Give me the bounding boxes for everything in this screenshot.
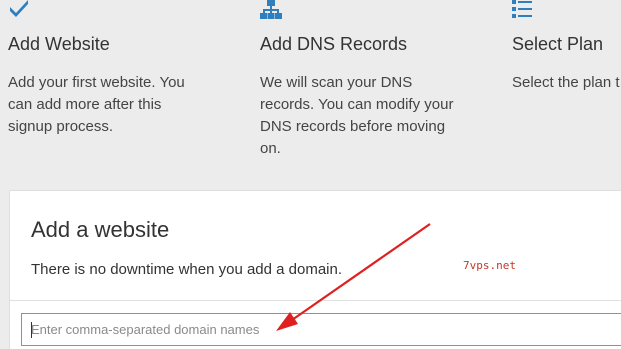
signup-steps: Add Website Add your first website. You … [0,0,621,190]
card-subtitle: There is no downtime when you add a doma… [31,261,343,278]
step-title: Add Website [8,34,110,54]
step-description: We will scan your DNS records. You can m… [260,74,454,157]
step-description: Add your first website. You can add more… [8,74,185,135]
step-description: Select the plan t your needs. [512,74,621,91]
signup-page: Add Website Add your first website. You … [0,0,621,349]
divider [10,300,621,301]
domain-names-input[interactable] [21,313,621,346]
card-title: Add a website [31,217,170,242]
add-website-card: Add a website There is no downtime when … [9,190,621,349]
watermark: 7vps.net [463,259,516,272]
sitemap-icon [260,0,282,19]
step-title: Add DNS Records [260,34,408,54]
list-icon [512,0,532,18]
text-caret [31,322,32,338]
checkmark-icon [10,0,28,17]
step-title: Select Plan [512,34,604,54]
